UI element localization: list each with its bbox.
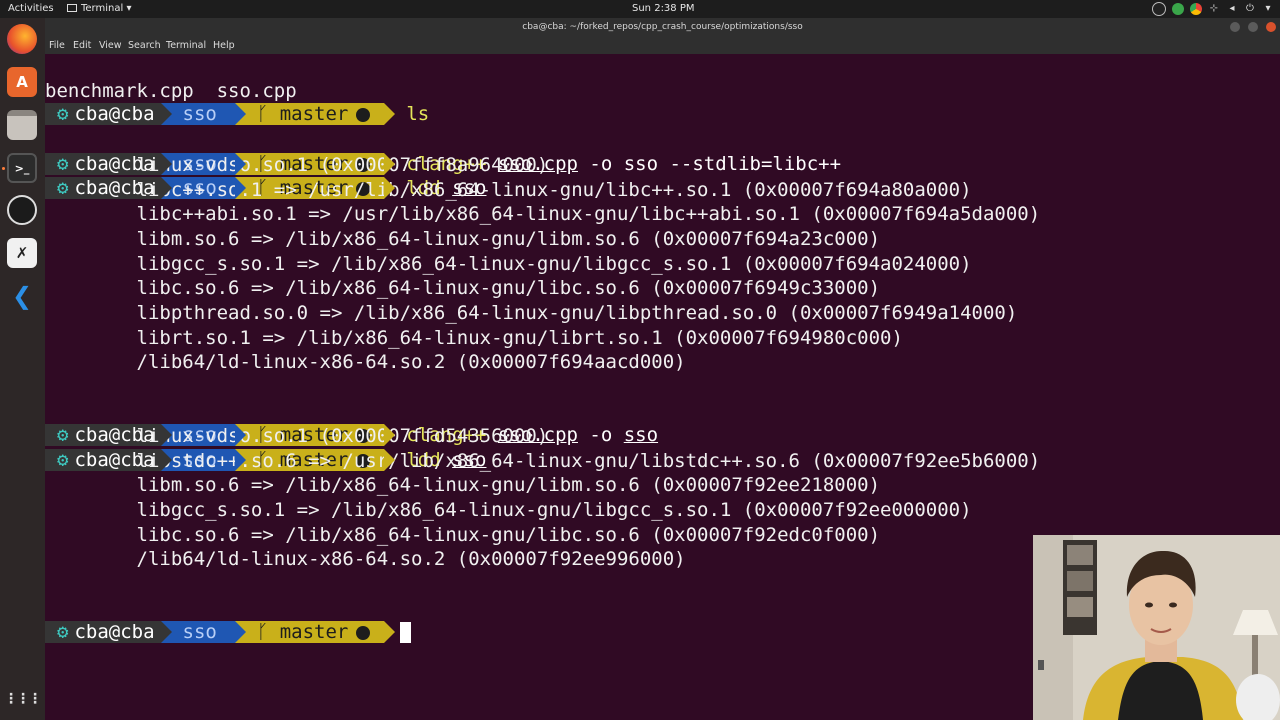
segment-arrow xyxy=(160,153,172,175)
chrome-tray-icon[interactable] xyxy=(1190,3,1202,15)
prompt-line: ⚙ cba@cba sso ᚴ master xyxy=(45,572,412,643)
text-cursor[interactable] xyxy=(400,621,412,643)
chevron-down-icon[interactable]: ▾ xyxy=(1262,3,1274,15)
output-line: linux-vdso.so.1 (0x00007fff8a964000) xyxy=(45,154,549,176)
prompt-line: ⚙ cba@cba sso ᚴ master ls xyxy=(45,54,429,125)
update-tray-icon[interactable] xyxy=(1172,3,1184,15)
output-line: linux-vdso.so.1 (0x00007ffd54356000) xyxy=(45,425,549,447)
menu-terminal[interactable]: Terminal xyxy=(166,40,206,51)
command-arg: sso xyxy=(623,424,659,446)
maximize-icon[interactable] xyxy=(1248,22,1258,32)
obs-tray-icon[interactable] xyxy=(1152,2,1166,16)
output-line: librt.so.1 => /lib/x86_64-linux-gnu/libr… xyxy=(45,327,903,349)
window-title: cba@cba: ~/forked_repos/cpp_crash_course… xyxy=(522,22,803,32)
menu-edit[interactable]: Edit xyxy=(73,40,91,51)
segment-arrow xyxy=(234,424,246,446)
menu-file[interactable]: File xyxy=(49,40,65,51)
segment-arrow xyxy=(160,449,172,471)
app-menu[interactable]: Terminal ▾ xyxy=(67,3,131,14)
output-line: /lib64/ld-linux-x86-64.so.2 (0x00007f694… xyxy=(45,351,686,373)
output-line: benchmark.cpp sso.cpp xyxy=(45,80,297,102)
segment-arrow xyxy=(234,449,246,471)
window-titlebar[interactable]: cba@cba: ~/forked_repos/cpp_crash_course… xyxy=(45,18,1280,36)
output-line: /lib64/ld-linux-x86-64.so.2 (0x00007f92e… xyxy=(45,548,686,570)
minimize-icon[interactable] xyxy=(1230,22,1240,32)
close-icon[interactable] xyxy=(1266,22,1276,32)
prompt-user: cba@cba xyxy=(74,621,155,643)
dock-active-indicator xyxy=(2,167,5,170)
segment-arrow xyxy=(384,424,396,446)
files-icon[interactable] xyxy=(7,110,37,140)
prompt-user-segment: ⚙ cba@cba xyxy=(45,621,172,643)
vscode-icon[interactable]: ❮ xyxy=(7,281,37,311)
menu-bar: File Edit View Search Terminal Help xyxy=(45,36,1280,54)
output-line: libc.so.6 => /lib/x86_64-linux-gnu/libc.… xyxy=(45,524,881,546)
webcam-overlay xyxy=(1033,535,1280,720)
segment-arrow xyxy=(384,153,396,175)
system-tray: ⊹ ◂ ⏻ ▾ xyxy=(1152,2,1274,16)
power-icon[interactable]: ⏻ xyxy=(1244,3,1256,15)
output-line: libc++abi.so.1 => /usr/lib/x86_64-linux-… xyxy=(45,203,1041,225)
segment-arrow xyxy=(384,103,396,125)
show-applications-icon[interactable]: ⋮⋮⋮ xyxy=(4,684,42,714)
command-args: -o xyxy=(577,424,624,446)
prompt-branch: master xyxy=(279,621,349,643)
output-line: libc++.so.1 => /usr/lib/x86_64-linux-gnu… xyxy=(45,179,972,201)
volume-icon[interactable]: ◂ xyxy=(1226,3,1238,15)
prompt-dir: sso xyxy=(182,621,217,643)
top-bar: Activities Terminal ▾ Sun 2:38 PM ⊹ ◂ ⏻ … xyxy=(0,0,1280,18)
presenter-image xyxy=(1033,535,1280,720)
segment-arrow xyxy=(160,103,172,125)
prompt-dir-segment: sso xyxy=(160,621,246,643)
menu-view[interactable]: View xyxy=(99,40,122,51)
dirty-indicator-icon xyxy=(356,625,371,640)
output-line: libgcc_s.so.1 => /lib/x86_64-linux-gnu/l… xyxy=(45,253,972,275)
segment-arrow xyxy=(384,177,396,199)
network-icon[interactable]: ⊹ xyxy=(1208,3,1220,15)
prompt-line: ⚙ cba@cba sso ᚴ master ldd sso xyxy=(45,400,486,471)
software-center-icon[interactable]: A xyxy=(7,67,37,97)
output-line: libgcc_s.so.1 => /lib/x86_64-linux-gnu/l… xyxy=(45,499,972,521)
output-line: libm.so.6 => /lib/x86_64-linux-gnu/libm.… xyxy=(45,474,881,496)
segment-arrow xyxy=(384,621,396,643)
clock[interactable]: Sun 2:38 PM xyxy=(632,3,695,14)
segment-arrow xyxy=(234,153,246,175)
terminal-small-icon xyxy=(67,4,77,12)
prompt-line: ⚙ cba@cba sso ᚴ master ldd sso xyxy=(45,128,486,199)
obs-icon[interactable] xyxy=(7,195,37,225)
menu-search[interactable]: Search xyxy=(128,40,161,51)
dock: A >_ ✗ ❮ ⋮⋮⋮ xyxy=(0,18,45,720)
segment-arrow xyxy=(160,177,172,199)
terminal-icon[interactable]: >_ xyxy=(7,153,37,183)
segment-arrow xyxy=(160,621,172,643)
output-line: libc.so.6 => /lib/x86_64-linux-gnu/libc.… xyxy=(45,277,881,299)
segment-arrow xyxy=(234,103,246,125)
gear-icon: ⚙ xyxy=(57,621,69,643)
firefox-icon[interactable] xyxy=(7,24,37,54)
menu-help[interactable]: Help xyxy=(213,40,235,51)
app-menu-label: Terminal xyxy=(81,3,124,14)
command-args: -o sso --stdlib=libc++ xyxy=(577,153,842,175)
segment-arrow xyxy=(384,449,396,471)
chevron-down-icon: ▾ xyxy=(126,3,132,14)
output-line: libm.so.6 => /lib/x86_64-linux-gnu/libm.… xyxy=(45,228,881,250)
segment-arrow xyxy=(234,621,246,643)
xournal-icon[interactable]: ✗ xyxy=(7,238,37,268)
output-line: libpthread.so.0 => /lib/x86_64-linux-gnu… xyxy=(45,302,1018,324)
output-line: libstdc++.so.6 => /usr/lib/x86_64-linux-… xyxy=(45,450,1041,472)
activities-button[interactable]: Activities xyxy=(8,3,54,14)
segment-arrow xyxy=(234,177,246,199)
prompt-line: ⚙ cba@cba sso ᚴ master clang++ sso.cpp -o… xyxy=(45,375,658,446)
window-controls xyxy=(1230,22,1276,32)
prompt-git-segment: ᚴ master xyxy=(234,621,396,643)
git-branch-icon: ᚴ xyxy=(256,621,269,643)
segment-arrow xyxy=(160,424,172,446)
